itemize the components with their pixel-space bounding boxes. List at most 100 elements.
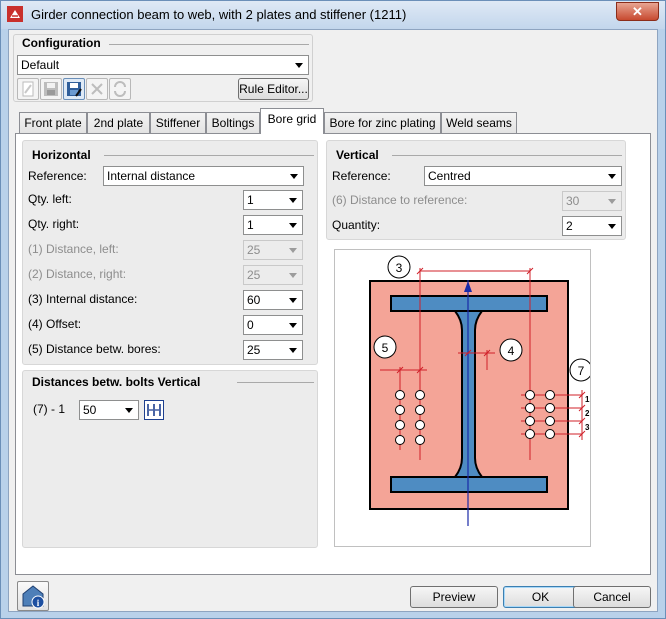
tab-bore-grid[interactable]: Bore grid — [260, 108, 324, 134]
chevron-down-icon — [289, 223, 297, 228]
distances-vertical-title: Distances betw. bolts Vertical — [29, 375, 204, 389]
chevron-down-icon — [289, 273, 297, 278]
qty-left-value: 1 — [247, 193, 254, 207]
distances-row-value: 50 — [83, 403, 97, 417]
cancel-button[interactable]: Cancel — [573, 586, 651, 608]
refresh-button[interactable] — [109, 78, 131, 100]
distance-left-value: 25 — [247, 243, 261, 257]
distance-to-reference-select: 30 — [562, 191, 622, 211]
tab-2nd-plate[interactable]: 2nd plate — [87, 112, 150, 133]
qty-left-label: Qty. left: — [28, 192, 72, 206]
distance-right-value: 25 — [247, 268, 261, 282]
configuration-title: Configuration — [19, 36, 104, 50]
new-document-icon — [22, 81, 34, 97]
chevron-down-icon — [290, 174, 298, 179]
chevron-down-icon — [289, 298, 297, 303]
preview-button[interactable]: Preview — [410, 586, 498, 608]
chevron-down-icon — [295, 63, 303, 68]
row-2-label: 2 — [585, 409, 590, 418]
dialog-client: Configuration Default Rule Editor... Fro… — [8, 29, 658, 612]
distance-to-reference-label: (6) Distance to reference: — [332, 193, 468, 207]
vertical-quantity-label: Quantity: — [332, 218, 381, 232]
callout-4-text: 4 — [508, 344, 515, 358]
chevron-down-icon — [608, 224, 616, 229]
save-as-icon — [67, 82, 82, 97]
distances-vertical-group — [22, 370, 318, 548]
distances-vertical-divider — [237, 382, 314, 383]
chevron-down-icon — [289, 323, 297, 328]
internal-distance-select[interactable]: 60 — [243, 290, 303, 310]
top-flange — [390, 295, 548, 312]
internal-distance-label: (3) Internal distance: — [28, 292, 138, 306]
configuration-divider — [109, 44, 309, 45]
app-icon — [7, 6, 23, 22]
equal-spacing-button[interactable] — [144, 400, 164, 420]
horizontal-reference-label: Reference: — [28, 169, 87, 183]
offset-label: (4) Offset: — [28, 317, 82, 331]
distance-right-label: (2) Distance, right: — [28, 267, 127, 281]
tab-boltings[interactable]: Boltings — [206, 112, 260, 133]
row-1-label: 1 — [585, 395, 590, 404]
tab-stiffener[interactable]: Stiffener — [150, 112, 206, 133]
callout-3-text: 3 — [396, 261, 403, 275]
horizontal-reference-select[interactable]: Internal distance — [103, 166, 304, 186]
tab-weld-seams[interactable]: Weld seams — [441, 112, 517, 133]
bore-grid-diagram-svg: 3 4 5 7 1 2 3 — [369, 255, 593, 526]
row-3-label: 3 — [585, 423, 590, 432]
dialog-window: Girder connection beam to web, with 2 pl… — [0, 0, 666, 619]
distances-row-select[interactable]: 50 — [79, 400, 139, 420]
vertical-quantity-value: 2 — [566, 219, 573, 233]
new-button[interactable] — [17, 78, 39, 100]
rule-editor-button[interactable]: Rule Editor... — [238, 78, 309, 100]
save-icon — [44, 82, 58, 96]
configuration-select[interactable]: Default — [17, 55, 309, 75]
vertical-reference-value: Centred — [428, 169, 471, 183]
configuration-selected: Default — [21, 58, 60, 72]
bore-grid-diagram: 3 4 5 7 1 2 3 — [334, 249, 593, 547]
save-as-button[interactable] — [63, 78, 85, 100]
vertical-quantity-select[interactable]: 2 — [562, 216, 622, 236]
ok-button[interactable]: OK — [503, 586, 578, 608]
save-button[interactable] — [40, 78, 62, 100]
chevron-down-icon — [289, 348, 297, 353]
distance-left-label: (1) Distance, left: — [28, 242, 119, 256]
bottom-flange — [390, 476, 548, 493]
internal-distance-value: 60 — [247, 293, 261, 307]
tab-front-plate[interactable]: Front plate — [19, 112, 87, 133]
refresh-icon — [114, 81, 126, 97]
delete-icon — [91, 83, 103, 95]
offset-value: 0 — [247, 318, 254, 332]
chevron-down-icon — [608, 199, 616, 204]
info-icon: i — [22, 585, 45, 609]
vertical-divider — [392, 155, 622, 156]
chevron-down-icon — [289, 248, 297, 253]
window-title: Girder connection beam to web, with 2 pl… — [31, 7, 407, 22]
distance-bores-select[interactable]: 25 — [243, 340, 303, 360]
tab-panel: Horizontal Reference: Internal distance … — [15, 133, 651, 575]
vertical-reference-select[interactable]: Centred — [424, 166, 622, 186]
chevron-down-icon — [289, 198, 297, 203]
tab-bore-zinc-plating[interactable]: Bore for zinc plating — [324, 112, 441, 133]
callout-7-text: 7 — [578, 364, 585, 378]
qty-left-select[interactable]: 1 — [243, 190, 303, 210]
distance-left-select: 25 — [243, 240, 303, 260]
delete-button[interactable] — [86, 78, 108, 100]
chevron-down-icon — [125, 408, 133, 413]
qty-right-label: Qty. right: — [28, 217, 80, 231]
offset-select[interactable]: 0 — [243, 315, 303, 335]
close-button[interactable]: ✕ — [616, 2, 659, 21]
distance-bores-value: 25 — [247, 343, 261, 357]
equal-spacing-icon — [147, 404, 161, 416]
vertical-title: Vertical — [333, 148, 382, 162]
title-bar: Girder connection beam to web, with 2 pl… — [1, 1, 665, 29]
vertical-reference-label: Reference: — [332, 169, 391, 183]
distance-right-select: 25 — [243, 265, 303, 285]
callout-5-text: 5 — [382, 341, 389, 355]
horizontal-reference-value: Internal distance — [107, 169, 196, 183]
qty-right-value: 1 — [247, 218, 254, 232]
qty-right-select[interactable]: 1 — [243, 215, 303, 235]
horizontal-divider — [104, 155, 314, 156]
chevron-down-icon — [608, 174, 616, 179]
info-button[interactable]: i — [17, 581, 49, 611]
distances-row-label: (7) - 1 — [33, 402, 66, 416]
